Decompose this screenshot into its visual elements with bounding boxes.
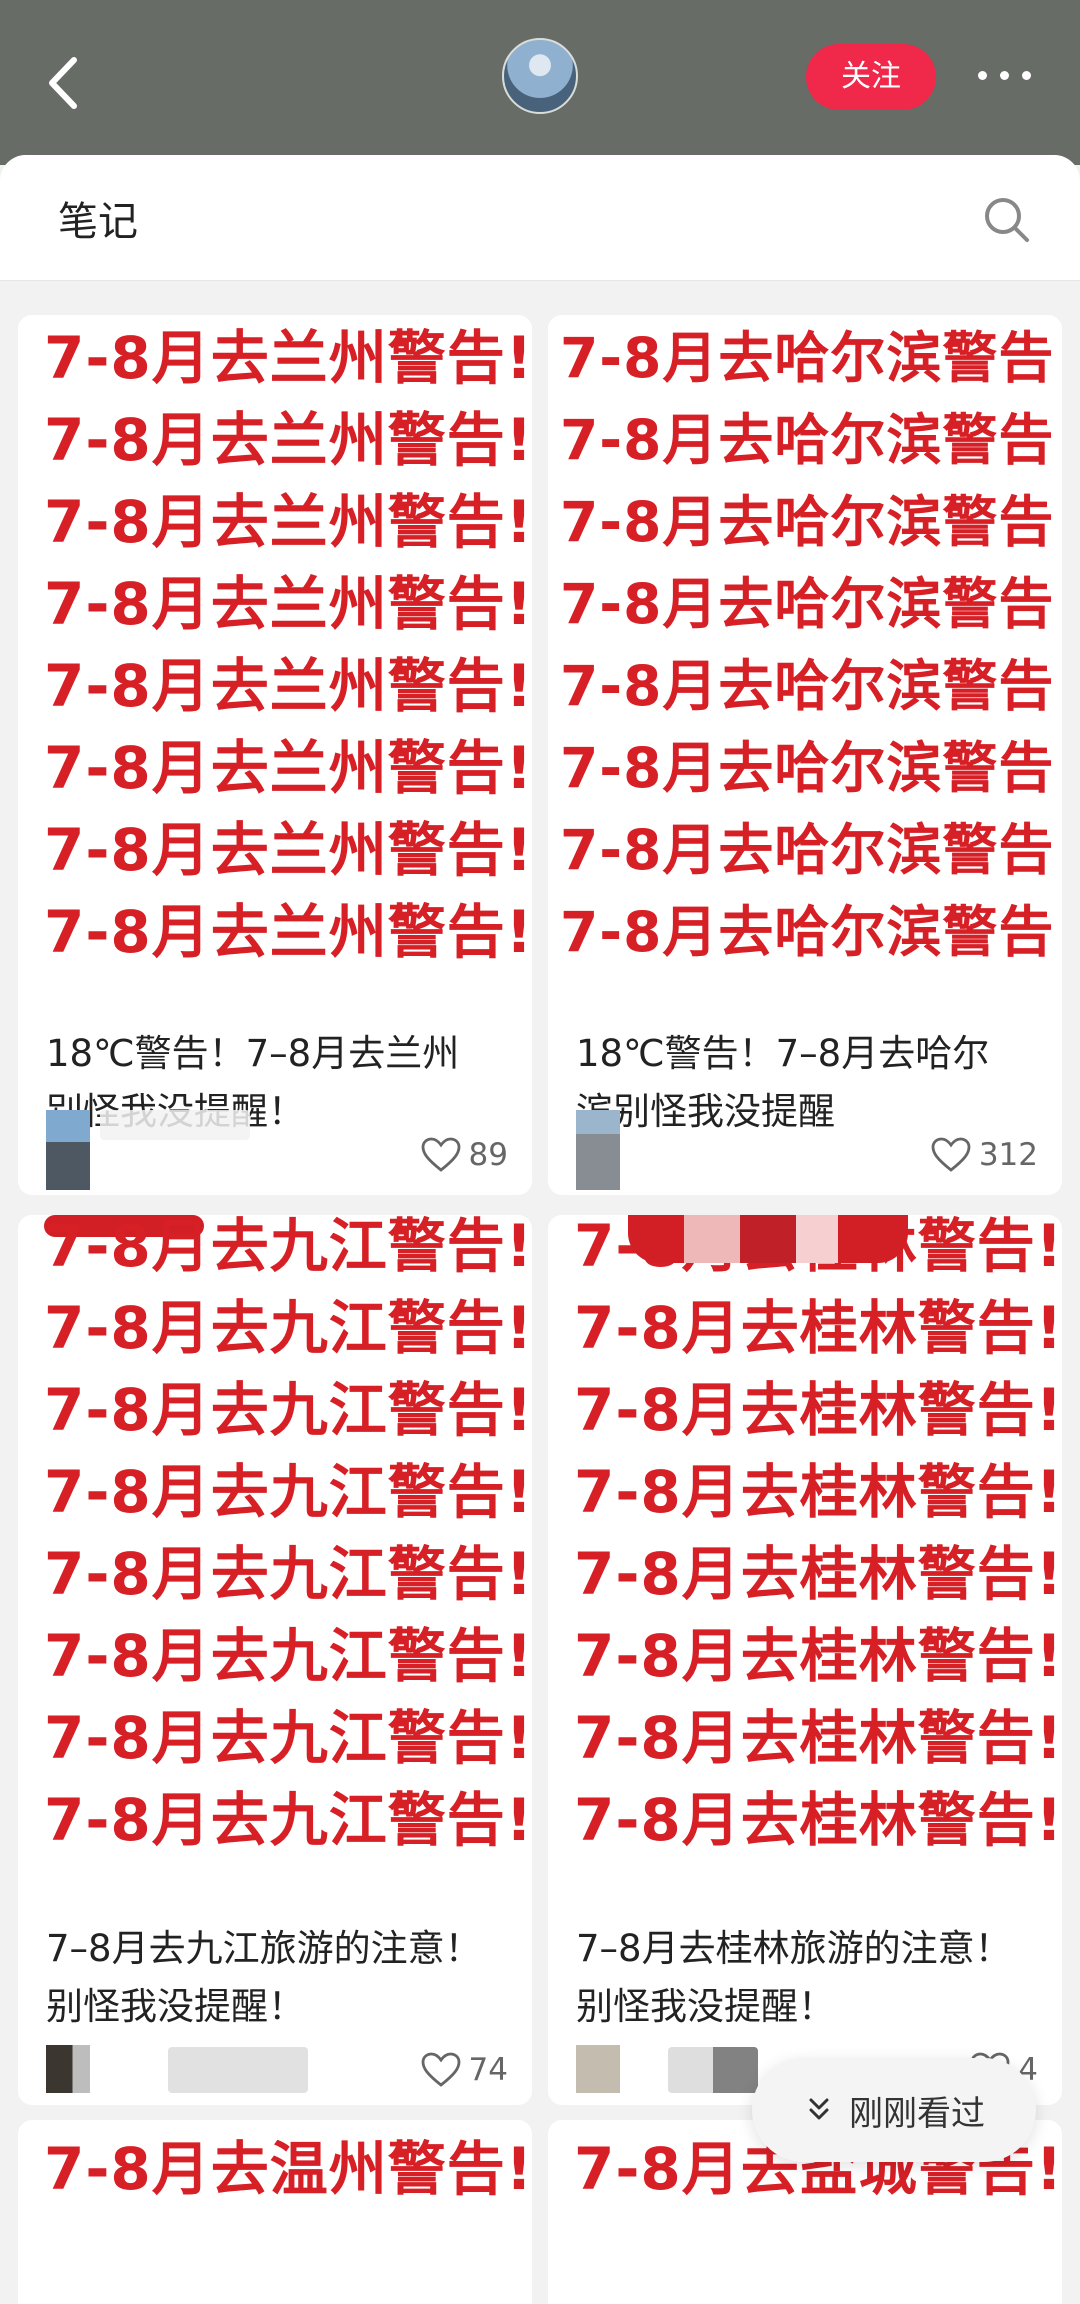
cover-line: 7-8月去桂林警告! — [574, 1704, 1062, 1772]
cover-line: 7-8月去兰州警告! — [44, 324, 532, 392]
double-chevron-down-icon — [809, 2098, 829, 2120]
more-options-button[interactable] — [978, 60, 1036, 90]
note-title: 18℃警告！7–8月去哈尔滨别怪我没提醒 — [576, 1032, 990, 1133]
more-dot-icon — [1022, 71, 1031, 80]
cover-line: 7-8月去哈尔滨警告! — [560, 900, 1062, 964]
cover-line: 7-8月去九江警告! — [44, 1458, 532, 1526]
cover-line: 7-8月去桂林警告! — [574, 1540, 1062, 1608]
cover-line: 7-8月去桂林警告! — [574, 1622, 1062, 1690]
cover-line: 7-8月去哈尔滨警告! — [560, 818, 1062, 882]
top-bar: 关注 — [0, 0, 1080, 165]
author-avatar[interactable] — [46, 2045, 90, 2093]
cover-line: 7-8月去兰州警告! — [44, 816, 532, 884]
author-name-blurred — [668, 2047, 758, 2093]
back-arrow-icon — [49, 57, 77, 109]
like-count: 312 — [978, 1137, 1038, 1173]
cover-line: 7-8月去温州警告! — [44, 2135, 532, 2203]
cover-line: 7-8月去兰州警告! — [44, 488, 532, 556]
sheet-header: 笔记 — [0, 155, 1080, 281]
like-count: 89 — [468, 1137, 508, 1173]
more-dot-icon — [1000, 71, 1009, 80]
like-button[interactable]: 89 — [421, 1130, 508, 1180]
note-title: 7–8月去桂林旅游的注意！别怪我没提醒！ — [576, 1927, 1012, 2028]
cover-line: 7-8月去兰州警告! — [44, 898, 532, 966]
cover-line: 7-8月去哈尔滨警告! — [560, 326, 1062, 390]
search-icon — [985, 198, 1029, 242]
cover-line: 7-8月去桂林警告! — [574, 1786, 1062, 1854]
recently-viewed-button[interactable]: 刚刚看过 — [752, 2058, 1036, 2162]
author-name-blurred — [100, 1110, 250, 1140]
cover-line: 7-8月去九江警告! — [44, 1215, 532, 1280]
author-avatar[interactable] — [576, 1110, 620, 1190]
cover-line: 7-8月去桂林警告! — [574, 1294, 1062, 1362]
note-card[interactable]: 7-8月去九江警告! 7-8月去九江警告! 7-8月去九江警告! 7-8月去九江… — [18, 1215, 532, 2105]
note-cover: 7-8月去桂林警告! 7-8月去桂林警告! 7-8月去桂林警告! 7-8月去桂林… — [548, 1215, 1062, 1910]
note-card[interactable]: 7-8月去温州警告! — [18, 2120, 532, 2304]
cover-line: 7-8月去兰州警告! — [44, 570, 532, 638]
search-button[interactable] — [982, 195, 1032, 245]
like-count: 74 — [468, 2052, 508, 2088]
cover-line: 7-8月去哈尔滨警告! — [560, 490, 1062, 554]
sheet-title: 笔记 — [58, 199, 138, 245]
note-card[interactable]: 7-8月去兰州警告! 7-8月去兰州警告! 7-8月去兰州警告! 7-8月去兰州… — [18, 315, 532, 1195]
cover-line: 7-8月去桂林警告! — [574, 1458, 1062, 1526]
heart-icon — [421, 1137, 460, 1172]
cover-line: 7-8月去兰州警告! — [44, 734, 532, 802]
follow-button[interactable]: 关注 — [806, 44, 936, 110]
cover-line: 7-8月去九江警告! — [44, 1540, 532, 1608]
cover-line: 7-8月去兰州警告! — [44, 652, 532, 720]
note-title: 7–8月去九江旅游的注意！别怪我没提醒！ — [46, 1927, 482, 2028]
note-cover: 7-8月去兰州警告! 7-8月去兰州警告! 7-8月去兰州警告! 7-8月去兰州… — [18, 315, 532, 1010]
cover-line: 7-8月去哈尔滨警告! — [560, 408, 1062, 472]
heart-icon — [931, 1137, 971, 1172]
cover-line: 7-8月去哈尔滨警告! — [560, 736, 1062, 800]
note-cover: 7-8月去九江警告! 7-8月去九江警告! 7-8月去九江警告! 7-8月去九江… — [18, 1215, 532, 1910]
back-button[interactable] — [40, 48, 90, 118]
cover-line: 7-8月去哈尔滨警告! — [560, 654, 1062, 718]
notes-sheet: 笔记 7-8月去兰州警告! 7-8月去兰州警告! 7-8月去兰州警告! 7-8月… — [0, 155, 1080, 2304]
more-dot-icon — [978, 71, 987, 80]
cover-line: 7-8月去哈尔滨警告! — [560, 572, 1062, 636]
cover-smear — [628, 1215, 908, 1263]
like-button[interactable]: 74 — [421, 2045, 508, 2095]
author-avatar[interactable] — [502, 38, 578, 114]
note-card[interactable]: 7-8月去哈尔滨警告! 7-8月去哈尔滨警告! 7-8月去哈尔滨警告! 7-8月… — [548, 315, 1062, 1195]
note-cover: 7-8月去哈尔滨警告! 7-8月去哈尔滨警告! 7-8月去哈尔滨警告! 7-8月… — [548, 315, 1062, 1010]
cover-line: 7-8月去九江警告! — [44, 1622, 532, 1690]
cover-line: 7-8月去桂林警告! — [574, 1376, 1062, 1444]
cover-line: 7-8月去九江警告! — [44, 1376, 532, 1444]
note-card[interactable]: 7-8月去桂林警告! 7-8月去桂林警告! 7-8月去桂林警告! 7-8月去桂林… — [548, 1215, 1062, 2105]
cover-line: 7-8月去九江警告! — [44, 1294, 532, 1362]
author-avatar[interactable] — [46, 1110, 90, 1190]
cover-line: 7-8月去九江警告! — [44, 1786, 532, 1854]
recently-viewed-label: 刚刚看过 — [849, 2093, 985, 2134]
like-button[interactable]: 312 — [931, 1130, 1038, 1180]
author-name-blurred — [168, 2047, 308, 2093]
heart-icon — [421, 2052, 460, 2087]
cover-line: 7-8月去兰州警告! — [44, 406, 532, 474]
author-avatar[interactable] — [576, 2045, 620, 2093]
cover-line: 7-8月去九江警告! — [44, 1704, 532, 1772]
